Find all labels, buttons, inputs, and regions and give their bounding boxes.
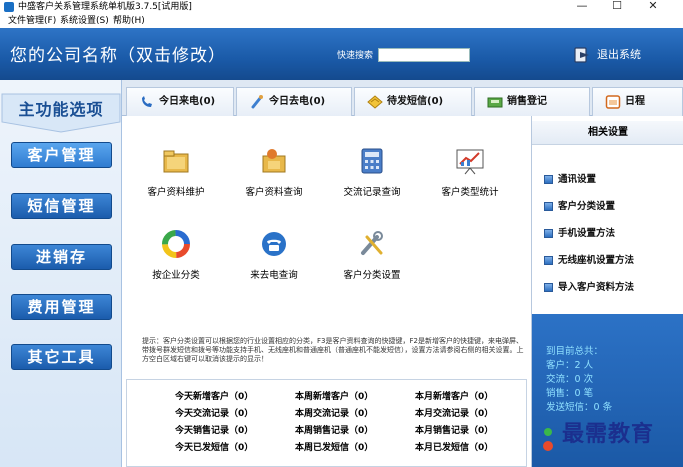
feature-label: 客户类型统计	[441, 187, 499, 198]
hint-text: 提示：客户分类设置可以根据您的行业设置相应的分类，F3是客户资料查询的快捷键，F…	[142, 337, 524, 363]
stat-week-new-customers[interactable]: 本周新增客户（0）	[295, 392, 373, 403]
feature-customer-type-stats[interactable]: 客户类型统计	[422, 146, 518, 206]
feature-label: 客户分类设置	[343, 270, 401, 281]
stat-month-new-customers[interactable]: 本月新增客户（0）	[415, 392, 493, 403]
stats-panel: 今天新增客户（0） 本周新增客户（0） 本月新增客户（0） 今天交流记录（0） …	[126, 379, 527, 467]
nav-customer-management[interactable]: 客户管理	[11, 142, 112, 168]
left-nav: 主功能选项 客户管理 短信管理 进销存 费用管理 其它工具	[0, 80, 122, 467]
tab-sales-register[interactable]: 销售登记	[474, 87, 590, 116]
window-title: 中盛客户关系管理系统单机版3.7.5[试用版]	[18, 2, 192, 12]
presentation-chart-icon	[456, 149, 484, 175]
tab-label: 今日去电(0)	[269, 96, 326, 107]
bullet-icon	[544, 283, 553, 292]
settings-item-label: 无线座机设置方法	[558, 255, 635, 266]
bullet-icon	[544, 229, 553, 238]
right-panel: 相关设置 通讯设置 客户分类设置 手机设置方法 无线座机设置方法 导入客户资料方…	[531, 116, 683, 467]
feature-label: 交流记录查询	[343, 187, 401, 198]
feature-label: 客户资料查询	[245, 187, 303, 198]
color-ring-icon	[162, 230, 190, 258]
stat-today-communications[interactable]: 今天交流记录（0）	[175, 409, 253, 420]
header-band: 您的公司名称（双击修改） 快速搜索 退出系统	[0, 28, 683, 80]
summary-communications: 交流：0 次	[546, 374, 594, 385]
main-options-header: 主功能选项	[0, 88, 122, 133]
tab-strip: 今日来电(0) 今日去电(0) 待发短信(0) 销售登记 日程	[122, 80, 683, 116]
phone-outgoing-icon	[251, 95, 263, 109]
stat-today-sales[interactable]: 今天销售记录（0）	[175, 426, 253, 437]
stat-today-new-customers[interactable]: 今天新增客户（0）	[175, 392, 253, 403]
stat-month-sales[interactable]: 本月销售记录（0）	[415, 426, 493, 437]
settings-item-label: 客户分类设置	[558, 201, 616, 212]
settings-item-label: 通讯设置	[558, 174, 597, 185]
nav-other-tools[interactable]: 其它工具	[11, 344, 112, 370]
summary-title: 到目前总共：	[546, 346, 604, 357]
telephone-icon	[262, 232, 286, 256]
maximize-button[interactable]: ☐	[600, 0, 634, 14]
cash-register-icon	[487, 97, 503, 108]
summary-sms: 发送短信：0 条	[546, 402, 613, 413]
close-button[interactable]: ✕	[636, 0, 670, 14]
feature-by-company-category[interactable]: 按企业分类	[128, 229, 224, 289]
logout-icon	[574, 47, 589, 63]
search-label: 快速搜索	[337, 51, 374, 61]
stat-today-sms[interactable]: 今天已发短信（0）	[175, 443, 253, 454]
feature-communication-query[interactable]: 交流记录查询	[324, 146, 420, 206]
menu-file[interactable]: 文件管理(F)	[8, 15, 56, 27]
menu-help[interactable]: 帮助(H)	[113, 15, 145, 27]
nav-sms-management[interactable]: 短信管理	[11, 193, 112, 219]
bullet-icon	[544, 202, 553, 211]
status-icons	[543, 428, 553, 451]
stat-week-sms[interactable]: 本周已发短信（0）	[295, 443, 373, 454]
company-name[interactable]: 您的公司名称（双击修改）	[10, 45, 226, 67]
feature-label: 按企业分类	[152, 270, 200, 281]
quick-search-input[interactable]	[378, 48, 470, 62]
settings-item-label: 导入客户资料方法	[558, 282, 635, 293]
tab-label: 今日来电(0)	[159, 96, 216, 107]
stat-week-sales[interactable]: 本周销售记录（0）	[295, 426, 373, 437]
stat-week-communications[interactable]: 本周交流记录（0）	[295, 409, 373, 420]
settings-title: 相关设置	[532, 121, 683, 145]
summary-customers: 客户：2 人	[546, 360, 594, 371]
main-area: 客户资料维护 客户资料查询 交流记录查询 客户类型统计 按企业分类 来去电查询 …	[122, 116, 531, 467]
settings-item-label: 手机设置方法	[558, 228, 616, 239]
tab-label: 待发短信(0)	[387, 96, 444, 107]
feature-call-history[interactable]: 来去电查询	[226, 229, 322, 289]
stat-month-sms[interactable]: 本月已发短信（0）	[415, 443, 493, 454]
logout-label: 退出系统	[597, 48, 641, 61]
tab-label: 日程	[625, 96, 645, 107]
watermark-logo: 最需教育	[562, 421, 655, 447]
title-bar: 中盛客户关系管理系统单机版3.7.5[试用版] — ☐ ✕	[0, 0, 683, 14]
calendar-icon	[605, 95, 621, 109]
feature-customer-maintenance[interactable]: 客户资料维护	[128, 146, 224, 206]
menu-bar: 文件管理(F) 系统设置(S) 帮助(H)	[0, 14, 683, 28]
stat-month-communications[interactable]: 本月交流记录（0）	[415, 409, 493, 420]
bullet-icon	[544, 256, 553, 265]
minimize-button[interactable]: —	[565, 0, 599, 14]
phone-incoming-icon	[142, 96, 152, 107]
menu-settings[interactable]: 系统设置(S)	[60, 15, 109, 27]
main-options-label: 主功能选项	[18, 100, 104, 119]
summary-sales: 销售：0 笔	[546, 388, 594, 399]
tab-pending-sms[interactable]: 待发短信(0)	[354, 87, 472, 116]
nav-expense-management[interactable]: 费用管理	[11, 294, 112, 320]
calculator-icon	[361, 148, 383, 174]
bullet-icon	[544, 175, 553, 184]
tab-incoming-calls[interactable]: 今日来电(0)	[126, 87, 234, 116]
folder-search-icon	[262, 149, 286, 173]
feature-label: 来去电查询	[250, 270, 298, 281]
tab-schedule[interactable]: 日程	[592, 87, 683, 116]
feature-customer-query[interactable]: 客户资料查询	[226, 146, 322, 206]
folders-icon	[163, 150, 189, 173]
app-icon	[4, 2, 14, 12]
feature-customer-category-settings[interactable]: 客户分类设置	[324, 229, 420, 289]
tools-icon	[361, 231, 383, 255]
envelope-icon	[367, 95, 383, 109]
tab-label: 销售登记	[507, 96, 547, 107]
nav-inventory[interactable]: 进销存	[11, 244, 112, 270]
tab-outgoing-calls[interactable]: 今日去电(0)	[236, 87, 352, 116]
feature-label: 客户资料维护	[147, 187, 205, 198]
